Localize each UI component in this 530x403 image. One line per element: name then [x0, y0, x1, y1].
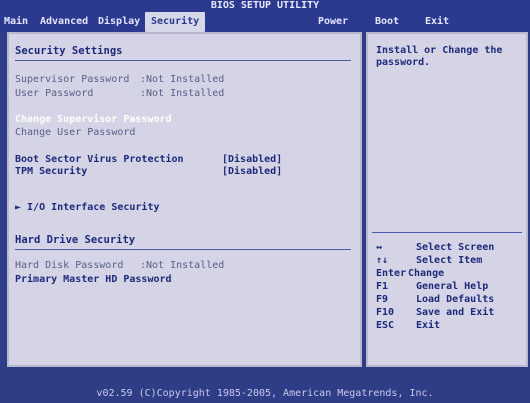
boot-sector-virus-protection-item[interactable]: Boot Sector Virus Protection: [15, 154, 184, 166]
menu-bar: Main Advanced Display Security Power Boo…: [0, 12, 530, 32]
tpm-security-item[interactable]: TPM Security: [15, 166, 87, 178]
select-item-hint: Select Item: [416, 255, 483, 266]
copyright-text: v02.59 (C)Copyright 1985-2005, American …: [96, 388, 434, 399]
boot-sector-virus-protection-value[interactable]: [Disabled]: [222, 154, 282, 166]
load-defaults-hint: Load Defaults: [416, 294, 495, 305]
supervisor-password-label: Supervisor Password: [15, 74, 130, 85]
general-help-hint: General Help: [416, 281, 489, 292]
hard-disk-password-label: Hard Disk Password: [15, 260, 124, 271]
heading-divider: [15, 60, 351, 61]
help-panel: Install or Change the password. ↔ Select…: [366, 32, 528, 367]
tpm-security-value[interactable]: [Disabled]: [222, 166, 282, 178]
tab-main[interactable]: Main: [4, 12, 28, 32]
primary-master-hd-password-item[interactable]: Primary Master HD Password: [15, 274, 172, 286]
hard-drive-security-heading: Hard Drive Security: [15, 234, 136, 246]
tab-boot[interactable]: Boot: [375, 12, 399, 32]
security-settings-heading: Security Settings: [15, 45, 123, 57]
enter-key-label: Enter: [376, 268, 407, 279]
user-password-label: User Password: [15, 88, 94, 99]
exit-hint: Exit: [416, 320, 441, 331]
save-and-exit-hint: Save and Exit: [416, 307, 495, 318]
help-divider: [372, 232, 522, 233]
change-hint: Change: [408, 268, 445, 279]
select-screen-hint: Select Screen: [416, 242, 495, 253]
change-supervisor-password-item[interactable]: Change Supervisor Password: [15, 114, 172, 126]
esc-key-label: ESC: [376, 320, 395, 331]
settings-panel: Security Settings Supervisor Password :N…: [7, 32, 362, 367]
footer-bar: v02.59 (C)Copyright 1985-2005, American …: [0, 367, 530, 403]
f9-key-label: F9: [376, 294, 389, 305]
supervisor-password-status: :Not Installed: [140, 74, 225, 85]
tab-display[interactable]: Display: [98, 12, 140, 32]
hard-disk-password-status: :Not Installed: [140, 260, 225, 271]
tab-power[interactable]: Power: [318, 12, 348, 32]
f1-key-label: F1: [376, 281, 389, 292]
arrow-up-down-icon: ↑↓: [376, 255, 389, 266]
change-user-password-item[interactable]: Change User Password: [15, 127, 135, 139]
f10-key-label: F10: [376, 307, 395, 318]
help-description: Install or Change the password.: [376, 45, 503, 68]
hdd-heading-divider: [15, 249, 351, 250]
tab-advanced[interactable]: Advanced: [40, 12, 88, 32]
io-interface-security-item[interactable]: ► I/O Interface Security: [15, 202, 160, 214]
user-password-status: :Not Installed: [140, 88, 225, 99]
tab-security[interactable]: Security: [145, 12, 206, 32]
bios-title: BIOS SETUP UTILITY: [0, 0, 530, 12]
arrow-left-right-icon: ↔: [376, 242, 383, 253]
tab-exit[interactable]: Exit: [425, 12, 449, 32]
